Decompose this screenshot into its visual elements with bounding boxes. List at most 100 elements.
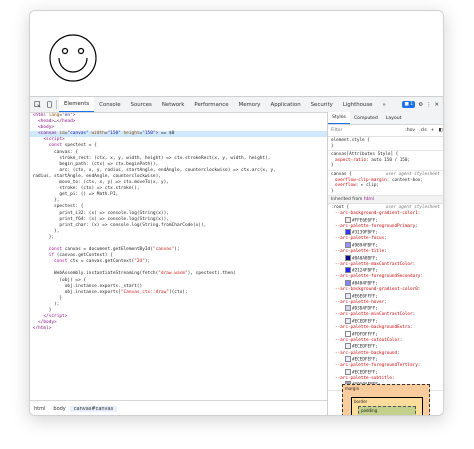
css-value[interactable]: #0A0A8BFF;	[352, 256, 378, 261]
color-swatch-icon[interactable]	[345, 279, 351, 286]
tab-security[interactable]: Security	[306, 97, 338, 112]
rule-selector: :root {	[331, 205, 350, 211]
css-property[interactable]: --arc-background-gradient-color0	[335, 287, 418, 292]
css-property[interactable]: --arc-palette-backgroundExtra	[335, 325, 410, 330]
cls-button[interactable]: .cls	[419, 128, 427, 133]
css-value[interactable]: auto 150 / 150;	[371, 158, 410, 163]
rule-selector: canvas {	[331, 171, 352, 177]
css-value[interactable]: ▸ clip;	[361, 183, 379, 188]
box-model-padding: padding	[358, 406, 416, 415]
css-property[interactable]: --arc-palette-background	[335, 351, 397, 356]
css-property[interactable]: --arc-background-gradient-color1	[335, 211, 418, 216]
color-swatch-icon[interactable]	[345, 318, 351, 325]
inspect-icon[interactable]	[32, 100, 42, 110]
styles-filter-bar: Filter :hov .cls + ◧	[328, 125, 443, 137]
canvas-attr-rule[interactable]: canvas[Attributes Style] { aspect-ratio:…	[328, 151, 443, 171]
styles-pane: Styles Computed Layout Filter :hov .cls + …	[328, 112, 443, 415]
css-value[interactable]: #ECEDFEFF;	[352, 345, 378, 350]
page-viewport	[30, 11, 443, 95]
close-icon[interactable]: ✕	[434, 102, 439, 108]
browser-window: Elements Console Sources Network Performance…	[29, 10, 444, 416]
styles-tab-layout[interactable]: Layout	[382, 112, 406, 124]
tab-lighthouse[interactable]: Lighthouse	[338, 97, 378, 112]
color-swatch-icon[interactable]	[345, 356, 351, 363]
css-value[interactable]: #E6E6FFFF;	[352, 294, 378, 299]
color-swatch-icon[interactable]	[345, 254, 351, 261]
inherited-header: Inherited from html	[328, 196, 443, 205]
styles-tabs: Styles Computed Layout	[328, 112, 443, 125]
toggle-sidebar-icon[interactable]: ◧	[439, 128, 443, 133]
css-property[interactable]: --arc-palette-foregroundPrimary	[335, 224, 415, 229]
css-value[interactable]: #9894FBFF;	[352, 243, 378, 248]
css-property[interactable]: --arc-palette-minContrastColor	[335, 312, 413, 317]
box-model-padding-label: padding	[361, 408, 378, 413]
css-property[interactable]: overflow-clip-margin	[335, 178, 387, 183]
css-value[interactable]: #ECEDFEFF;	[352, 320, 378, 325]
css-property[interactable]: --arc-palette-hover	[335, 300, 384, 305]
css-property[interactable]: overflow	[335, 183, 356, 188]
dom-tree[interactable]: <html lang="en"> <head>…</head> <body> <…	[30, 113, 327, 400]
css-property[interactable]: aspect-ratio	[335, 158, 366, 163]
css-value[interactable]: #FFE6E6FF;	[352, 218, 378, 223]
box-model-diagram: margin border padding	[342, 384, 430, 415]
box-model-margin-label: margin	[345, 386, 360, 391]
rule-close: }	[331, 143, 334, 149]
css-property[interactable]: --arc-palette-title	[335, 249, 384, 254]
color-swatch-icon[interactable]	[345, 216, 351, 223]
smiley-canvas	[49, 34, 97, 82]
device-toggle-icon[interactable]	[44, 100, 54, 110]
color-swatch-icon[interactable]	[345, 305, 351, 312]
color-swatch-icon[interactable]	[345, 229, 351, 236]
toolbar-divider	[56, 100, 57, 109]
color-swatch-icon[interactable]	[345, 241, 351, 248]
box-model-border-label: border	[354, 399, 368, 404]
breadcrumb-item[interactable]: body	[49, 406, 69, 412]
tab-application[interactable]: Application	[266, 97, 306, 112]
tab-network[interactable]: Network	[157, 97, 190, 112]
color-swatch-icon[interactable]	[345, 368, 351, 375]
css-value[interactable]: #ECEDFEFF;	[352, 370, 378, 375]
css-value[interactable]: #3139FBFF;	[352, 231, 378, 236]
breadcrumb-item[interactable]: html	[30, 406, 49, 412]
box-model-border: border padding	[351, 397, 423, 415]
tab-performance[interactable]: Performance	[189, 97, 233, 112]
devtools-toolbar: Elements Console Sources Network Performance…	[30, 97, 443, 113]
css-property[interactable]: --arc-palette-subtitle	[335, 376, 392, 381]
color-swatch-icon[interactable]	[345, 267, 351, 274]
css-property[interactable]: --arc-palette-foregroundTertiary	[335, 363, 418, 368]
issues-badge[interactable]: ■ 1	[402, 101, 416, 108]
css-property[interactable]: --arc-palette-cutoutColor	[335, 338, 400, 343]
styles-tab-styles[interactable]: Styles	[328, 112, 350, 124]
more-tabs-button[interactable]: »	[377, 97, 390, 112]
css-property[interactable]: --arc-palette-foregroundSecondary	[335, 274, 420, 279]
styles-tab-computed[interactable]: Computed	[350, 112, 382, 124]
tab-elements[interactable]: Elements	[59, 97, 95, 112]
tab-console[interactable]: Console	[94, 97, 125, 112]
breadcrumb-item[interactable]: canvas#canvas	[69, 406, 118, 412]
settings-icon[interactable]: ⚙	[418, 102, 423, 108]
css-property[interactable]: --arc-palette-maxContrastColor	[335, 262, 413, 267]
add-rule-icon[interactable]: +	[431, 128, 435, 133]
element-style-rule[interactable]: element.style { }	[328, 137, 443, 152]
css-property[interactable]: --arc-palette-focus	[335, 236, 384, 241]
devtools-panel: Elements Console Sources Network Performance…	[30, 96, 443, 415]
color-swatch-icon[interactable]	[345, 292, 351, 299]
color-swatch-icon[interactable]	[345, 343, 351, 350]
css-value[interactable]: #FDFDFFFF;	[352, 332, 378, 337]
rule-close: }	[331, 163, 334, 169]
tab-sources[interactable]: Sources	[126, 97, 157, 112]
breadcrumb: html body canvas#canvas	[30, 400, 327, 415]
code-line[interactable]: </html>	[30, 326, 327, 332]
color-swatch-icon[interactable]	[345, 330, 351, 337]
root-rule[interactable]: user agent stylesheet:root { --arc-backg…	[328, 204, 443, 391]
canvas-ua-rule[interactable]: user agent stylesheet canvas { overflow-c…	[328, 171, 443, 197]
filter-input[interactable]: Filter	[331, 128, 401, 133]
hov-button[interactable]: :hov	[405, 128, 415, 133]
more-options-icon[interactable]: ⋮	[426, 102, 431, 108]
css-value[interactable]: #8484FBFF;	[352, 281, 378, 286]
css-value[interactable]: #ECEDFEFF;	[352, 358, 378, 363]
rule-close: }	[331, 188, 334, 194]
css-value[interactable]: content-box;	[392, 178, 423, 183]
tab-memory[interactable]: Memory	[234, 97, 266, 112]
inherited-tag-link[interactable]: html	[364, 197, 374, 202]
